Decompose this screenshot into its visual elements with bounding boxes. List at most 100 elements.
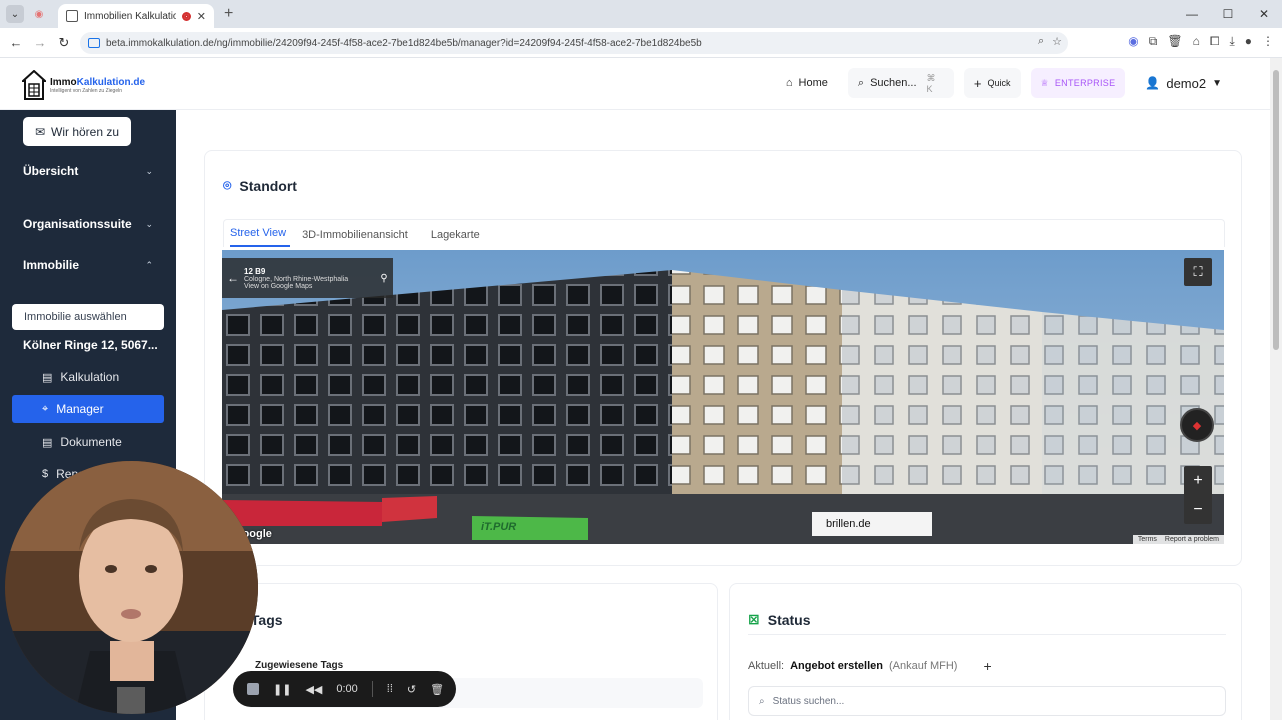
street-view-panorama[interactable]: ← 12 B9 Cologne, North Rhine-Westphalia …: [222, 250, 1224, 544]
user-menu[interactable]: 👤 demo2 ▼: [1135, 68, 1232, 98]
select-property-button[interactable]: Immobilie auswählen: [12, 304, 164, 330]
status-card: ⊠ Status Aktuell: Angebot erstellen (Ank…: [729, 583, 1242, 720]
logo[interactable]: ImmoKalkulation.de Intelligent von Zahle…: [22, 70, 145, 100]
fullscreen-button[interactable]: ⛶: [1184, 258, 1212, 286]
site-info-icon[interactable]: [88, 38, 100, 48]
forward-icon[interactable]: →: [28, 35, 52, 50]
mail-icon: ✉: [34, 124, 46, 139]
add-status-button[interactable]: +: [983, 658, 991, 674]
maximize-button[interactable]: ☐: [1210, 0, 1246, 28]
tab-street-view[interactable]: Street View: [230, 227, 291, 247]
url-text: beta.immokalkulation.de/ng/immobilie/242…: [106, 37, 702, 49]
new-tab-button[interactable]: +: [224, 5, 233, 23]
tab-lagekarte[interactable]: Lagekarte: [431, 229, 491, 247]
favicon-icon: [66, 10, 78, 22]
report-problem-link[interactable]: Report a problem: [1165, 536, 1219, 543]
browser-menu-icon[interactable]: ⋮: [1262, 34, 1274, 49]
tab-3d-view[interactable]: 3D-Immobilienansicht: [302, 229, 419, 247]
tab-search-icon[interactable]: ⌄: [6, 5, 24, 23]
user-icon: 👤: [1145, 76, 1161, 90]
home-icon: ⌂: [785, 77, 793, 89]
status-title: ⊠ Status: [748, 611, 811, 628]
sidebar-item-manager[interactable]: ⌖ Manager: [12, 395, 164, 423]
reload-icon[interactable]: ↻: [52, 35, 76, 51]
back-icon[interactable]: ←: [4, 35, 28, 50]
minimize-button[interactable]: —: [1174, 0, 1210, 28]
extensions-puzzle-icon[interactable]: ⧠: [1210, 34, 1220, 49]
sv-google-maps-link[interactable]: View on Google Maps: [244, 283, 375, 290]
recording-indicator-icon: [181, 11, 191, 21]
status-search-placeholder: Status suchen...: [772, 695, 845, 707]
rewind-icon[interactable]: ◀◀: [305, 683, 322, 696]
feedback-label: Wir hören zu: [51, 124, 120, 139]
home-label: Home: [798, 77, 828, 89]
extension-c-icon[interactable]: 🗑: [1167, 34, 1182, 49]
sidebar-item-label: Kalkulation: [60, 370, 120, 384]
location-title: ⌾ Standort: [223, 177, 297, 194]
terms-link[interactable]: Terms: [1138, 536, 1157, 543]
pause-icon[interactable]: ❚❚: [273, 683, 291, 696]
download-icon[interactable]: ⤓: [1229, 34, 1234, 49]
extension-d-icon[interactable]: ⌂: [1193, 34, 1200, 49]
enterprise-label: ENTERPRISE: [1054, 78, 1116, 88]
profile-avatar-icon[interactable]: ●: [1245, 34, 1252, 49]
dollar-icon: $: [42, 468, 49, 480]
property-label: Immobilie: [23, 258, 80, 272]
zoom-in-button[interactable]: +: [1193, 472, 1202, 490]
sign-itpur: iT.PUR: [481, 521, 517, 533]
presenter-video: [5, 461, 258, 714]
house-logo-icon: [22, 70, 46, 100]
page-scrollbar[interactable]: [1270, 58, 1282, 720]
quick-button[interactable]: + Quick: [963, 68, 1021, 98]
status-divider: [748, 634, 1226, 635]
zoom-out-button[interactable]: −: [1193, 501, 1202, 519]
window-controls: — ☐ ✕: [1174, 0, 1282, 28]
bookmark-star-icon[interactable]: ☆: [1052, 35, 1062, 48]
search-button[interactable]: ⌕ Suchen... ⌘ K: [847, 68, 954, 98]
current-status-sub: (Ankauf MFH): [888, 660, 958, 672]
recording-time: 0:00: [336, 683, 358, 695]
location-tabs: Street View 3D-Immobilienansicht Lagekar…: [223, 219, 1225, 247]
sidebar-item-dokumente[interactable]: ▤ Dokumente: [12, 428, 164, 456]
browser-tab-active[interactable]: Immobilien Kalkulationstoo ✕: [58, 4, 214, 28]
grip-icon[interactable]: ⁞⁞: [387, 683, 393, 695]
trash-icon[interactable]: 🗑: [430, 683, 444, 696]
back-arrow-icon[interactable]: ←: [222, 271, 244, 285]
zoom-icon[interactable]: ⌕: [1038, 35, 1044, 48]
compass-control[interactable]: ◆: [1180, 408, 1214, 442]
search-label: Suchen...: [870, 77, 917, 89]
scrollbar-thumb[interactable]: [1273, 70, 1279, 350]
crown-icon: ♕: [1040, 77, 1049, 88]
street-view-footer: Terms Report a problem: [1132, 535, 1224, 544]
recording-tab-icon[interactable]: ◉: [30, 5, 48, 23]
address-bar[interactable]: beta.immokalkulation.de/ng/immobilie/242…: [80, 32, 1068, 54]
extension-a-icon[interactable]: ◉: [1128, 34, 1138, 49]
logo-tagline: Intelligent von Zahlen zu Ziegeln: [50, 87, 122, 94]
home-button[interactable]: ⌂ Home: [776, 68, 838, 98]
extension-b-icon[interactable]: ⧉: [1149, 34, 1158, 49]
close-window-button[interactable]: ✕: [1246, 0, 1282, 28]
browser-tabbar: ⌄ ◉ Immobilien Kalkulationstoo ✕ + — ☐ ✕: [0, 0, 1282, 28]
sidebar-item-kalkulation[interactable]: ▤ Kalkulation: [12, 363, 164, 391]
status-title-text: Status: [767, 611, 811, 628]
sidebar-section-property[interactable]: Immobilie ⌃: [23, 258, 153, 272]
app-header: ImmoKalkulation.de Intelligent von Zahle…: [0, 58, 1270, 110]
chevron-up-icon: ⌃: [145, 259, 153, 270]
chevron-down-icon: ⌄: [145, 218, 153, 229]
enterprise-badge[interactable]: ♕ ENTERPRISE: [1030, 68, 1126, 98]
chevron-down-icon: ▼: [1212, 77, 1222, 89]
tab-close-icon[interactable]: ✕: [197, 10, 206, 23]
user-name: demo2: [1166, 75, 1207, 91]
current-status: Aktuell: Angebot erstellen (Ankauf MFH) …: [748, 658, 992, 674]
stop-recording-button[interactable]: [247, 683, 259, 695]
sidebar-section-orgsuite[interactable]: Organisationssuite ⌄: [23, 217, 153, 231]
search-shortcut: ⌘ K: [926, 72, 936, 94]
sidebar-section-overview[interactable]: Übersicht ⌄: [23, 164, 153, 178]
property-address[interactable]: Kölner Ringe 12, 5067...: [23, 338, 158, 352]
overview-label: Übersicht: [23, 164, 79, 178]
zoom-control: + −: [1184, 466, 1212, 524]
feedback-button[interactable]: ✉ Wir hören zu: [23, 117, 131, 146]
plus-icon: +: [973, 75, 982, 91]
restart-icon[interactable]: ↺: [407, 683, 416, 696]
status-search-input[interactable]: ⌕ Status suchen...: [748, 686, 1226, 716]
